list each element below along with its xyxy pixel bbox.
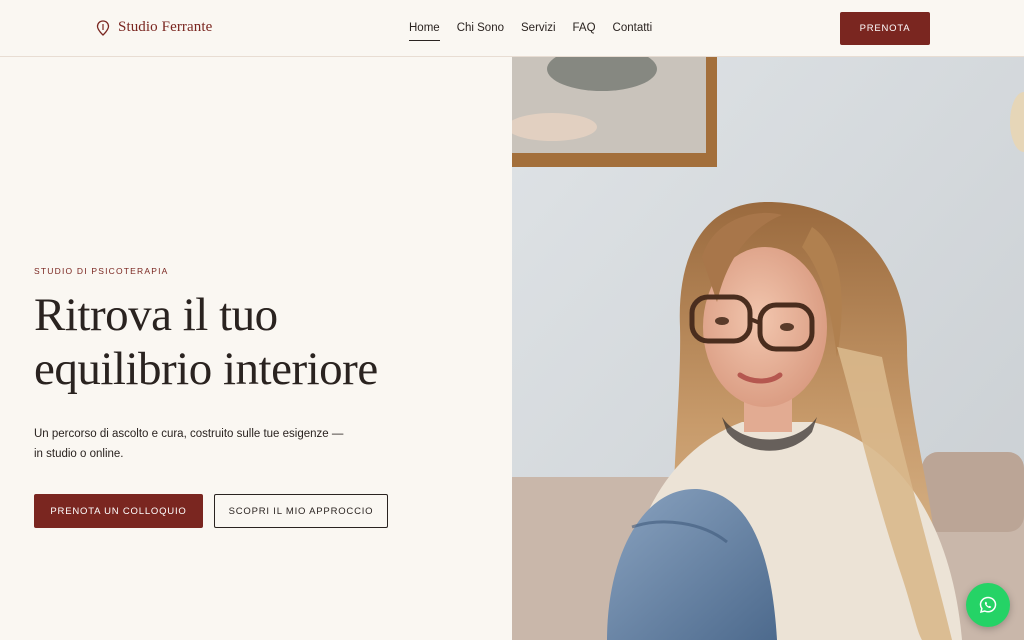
nav-item-chi-sono[interactable]: Chi Sono bbox=[457, 21, 504, 41]
brand-logo[interactable]: Studio Ferrante bbox=[96, 19, 212, 36]
nav-item-home[interactable]: Home bbox=[409, 21, 440, 41]
nav-item-contatti[interactable]: Contatti bbox=[613, 21, 653, 41]
whatsapp-button[interactable] bbox=[966, 583, 1010, 627]
hero-eyebrow: STUDIO DI PSICOTERAPIA bbox=[34, 266, 169, 276]
nav-item-faq[interactable]: FAQ bbox=[573, 21, 596, 41]
site-header: Studio Ferrante Home Chi Sono Servizi FA… bbox=[0, 0, 1024, 57]
nav-item-servizi[interactable]: Servizi bbox=[521, 21, 556, 41]
discover-approach-button[interactable]: SCOPRI IL MIO APPROCCIO bbox=[214, 494, 388, 528]
location-pin-icon bbox=[96, 19, 110, 36]
hero-title-line-2: equilibrio interiore bbox=[34, 343, 378, 395]
hero-title-line-1: Ritrova il tuo bbox=[34, 289, 278, 341]
whatsapp-icon bbox=[979, 596, 997, 614]
hero-title: Ritrova il tuo equilibrio interiore bbox=[34, 288, 474, 396]
book-consultation-button[interactable]: PRENOTA UN COLLOQUIO bbox=[34, 494, 203, 528]
main-nav: Home Chi Sono Servizi FAQ Contatti bbox=[409, 21, 652, 41]
hero-subtitle: Un percorso di ascolto e cura, costruito… bbox=[34, 428, 344, 460]
hero-portrait-image bbox=[512, 57, 1024, 640]
book-button[interactable]: PRENOTA bbox=[840, 12, 930, 45]
brand-name: Studio Ferrante bbox=[118, 19, 213, 35]
